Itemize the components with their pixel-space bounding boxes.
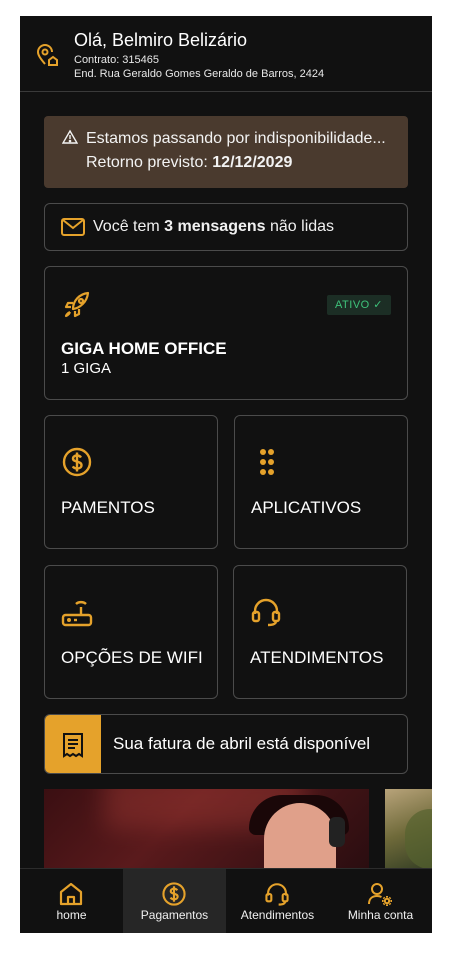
rocket-icon [64,291,90,318]
payments-tile[interactable]: PAMENTOS [44,415,218,549]
home-icon [59,882,83,906]
banner-headset [329,817,345,847]
availability-alert[interactable]: Estamos passando por indisponibilidade..… [44,116,408,188]
router-icon [61,600,93,627]
nav-home[interactable]: home [20,869,123,933]
address: End. Rua Geraldo Gomes Geraldo de Barros… [74,68,325,80]
contract-number: Contrato: 315465 [74,54,160,66]
nav-label: Atendimentos [240,908,315,922]
tile-label: OPÇÕES DE WIFI [61,648,203,667]
alert-return-label: Retorno previsto: [86,154,213,171]
wifi-options-tile[interactable]: OPÇÕES DE WIFI [44,565,218,699]
tile-label: ATENDIMENTOS [250,648,384,667]
support-tile[interactable]: ATENDIMENTOS [233,565,407,699]
messages-card[interactable]: Você tem 3 mensagens não lidas [44,203,408,251]
nav-label: home [56,908,87,922]
location-home-icon [36,44,58,66]
header: Olá, Belmiro Belizário Contrato: 315465 … [20,16,432,92]
user-settings-icon [368,883,392,906]
nav-label: Pagamentos [140,908,209,922]
alert-return: Retorno previsto: 12/12/2029 [86,154,292,172]
messages-suffix: não lidas [265,218,335,235]
nav-support[interactable]: Atendimentos [226,869,329,933]
alert-message: Estamos passando por indisponibilidade..… [86,130,386,147]
promo-banner-gamer[interactable] [44,789,369,869]
receipt-icon [63,733,83,758]
tile-label: PAMENTOS [61,498,155,517]
banner-foliage [405,809,432,869]
mail-icon [61,218,85,236]
messages-prefix: Você tem [93,218,165,235]
apps-tile[interactable]: APLICATIVOS [234,415,408,549]
apps-grid-icon [260,449,274,475]
plan-card[interactable]: ATIVO ✓ GIGA HOME OFFICE 1 GIGA [44,266,408,400]
status-badge: ATIVO ✓ [327,295,391,315]
tile-label: APLICATIVOS [251,498,362,517]
promo-banner-nature[interactable] [385,789,432,869]
invoice-icon-area [45,715,101,773]
headset-icon [251,598,281,627]
nav-account[interactable]: Minha conta [329,869,432,933]
plan-speed: 1 GIGA [61,360,112,377]
dollar-icon [62,447,92,477]
invoice-text: Sua fatura de abril está disponível [113,734,371,753]
dollar-icon [162,882,186,906]
banner-person [264,803,336,869]
messages-count: 3 mensagens [164,218,266,235]
plan-name: GIGA HOME OFFICE [61,339,227,358]
greeting: Olá, Belmiro Belizário [74,30,248,50]
nav-payments[interactable]: Pagamentos [123,869,226,933]
bottom-nav: home Pagamentos Atendimentos Minha conta [20,868,432,933]
alert-return-date: 12/12/2029 [212,154,293,171]
app-screen: Olá, Belmiro Belizário Contrato: 315465 … [20,16,432,933]
messages-text: Você tem 3 mensagens não lidas [93,218,334,236]
invoice-card[interactable]: Sua fatura de abril está disponível [44,714,408,774]
warning-icon [62,129,78,144]
headset-icon [265,883,289,906]
nav-label: Minha conta [347,908,414,922]
